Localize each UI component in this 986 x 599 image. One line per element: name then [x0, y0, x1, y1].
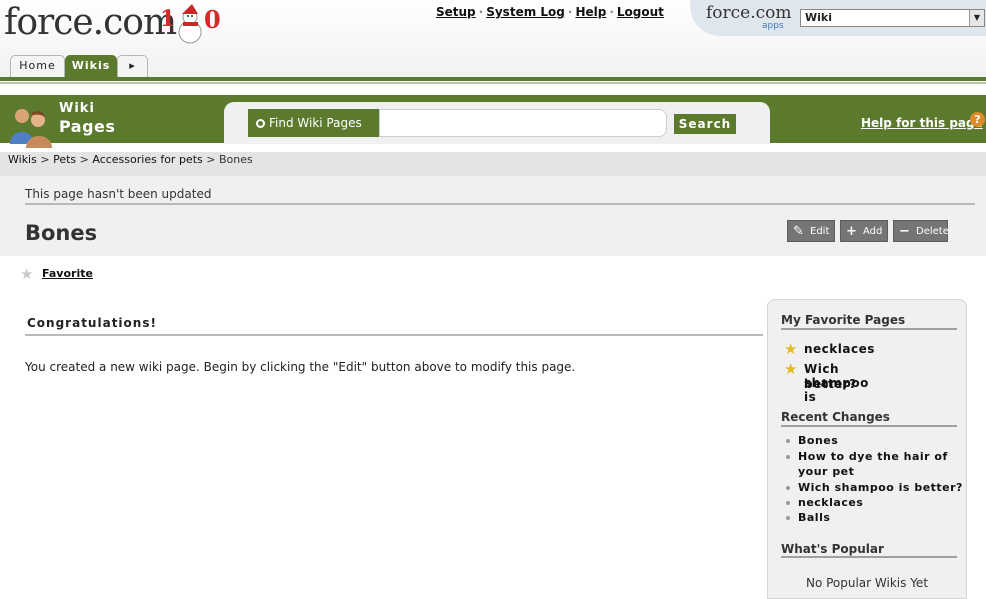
add-button-label: Add: [863, 226, 883, 237]
breadcrumb-accessories[interactable]: Accessories for pets: [92, 153, 202, 166]
favorite-page-link-cont[interactable]: better?: [804, 377, 857, 391]
logout-link[interactable]: Logout: [617, 5, 664, 19]
edit-button[interactable]: ✎ Edit: [787, 220, 835, 242]
search-panel: Find Wiki Pages Search: [224, 102, 770, 144]
help-link[interactable]: Help: [575, 5, 606, 19]
breadcrumb-pets[interactable]: Pets: [53, 153, 76, 166]
bullet-icon: [786, 439, 790, 443]
divider: [25, 203, 975, 205]
tab-wikis[interactable]: Wikis: [65, 55, 117, 77]
section-heading: Congratulations!: [27, 316, 157, 330]
recent-link[interactable]: How to dye the hair of: [798, 450, 948, 463]
tab-underline: [0, 77, 986, 81]
last-updated-text: This page hasn't been updated: [25, 187, 212, 201]
recent-link-cont[interactable]: your pet: [798, 465, 854, 478]
setup-link[interactable]: Setup: [436, 5, 476, 19]
popular-heading: What's Popular: [781, 542, 884, 556]
plus-icon: +: [846, 224, 857, 239]
app-switcher-panel: force.com apps Wiki ▼: [690, 0, 986, 36]
breadcrumb-wikis[interactable]: Wikis: [8, 153, 37, 166]
system-log-link[interactable]: System Log: [486, 5, 565, 19]
page-title: Bones: [25, 221, 98, 245]
popular-divider: [781, 556, 957, 558]
favorites-heading: My Favorite Pages: [781, 313, 906, 327]
recent-link[interactable]: Balls: [798, 511, 830, 524]
force-apps-logo: force.com: [706, 3, 792, 23]
breadcrumb-separator: >: [40, 153, 50, 166]
bullet-icon: [786, 501, 790, 505]
favorite-star-icon[interactable]: ★: [20, 265, 33, 283]
delete-button[interactable]: − Delete: [893, 220, 949, 242]
breadcrumb-separator: >: [79, 153, 89, 166]
breadcrumb: Wikis > Pets > Accessories for pets > Bo…: [8, 153, 253, 166]
tab-more[interactable]: ▸: [117, 55, 148, 77]
chevron-down-icon[interactable]: ▼: [969, 10, 984, 26]
app-selector-value: Wiki: [805, 11, 832, 24]
breadcrumb-separator: >: [206, 153, 216, 166]
recent-link[interactable]: necklaces: [798, 496, 863, 509]
pencil-icon: ✎: [793, 224, 804, 239]
page-type-title: Pages: [59, 117, 116, 136]
bullet-icon: [786, 486, 790, 490]
page-body-text: You created a new wiki page. Begin by cl…: [25, 360, 576, 374]
svg-text:1: 1: [160, 6, 175, 32]
favorites-divider: [781, 328, 957, 330]
help-icon[interactable]: ?: [970, 112, 985, 127]
minus-icon: −: [899, 224, 910, 239]
search-icon: [256, 119, 265, 128]
add-button[interactable]: + Add: [840, 220, 888, 242]
tab-underline-light: [0, 82, 986, 84]
top-links: Setup · System Log · Help · Logout: [436, 5, 664, 19]
recent-changes-heading: Recent Changes: [781, 410, 890, 424]
bullet-icon: [786, 455, 790, 459]
favorite-page-link[interactable]: necklaces: [804, 342, 875, 356]
app-selector[interactable]: Wiki ▼: [800, 9, 985, 27]
delete-button-label: Delete: [916, 226, 949, 237]
page-type-label: Wiki: [59, 101, 95, 116]
no-popular-text: No Popular Wikis Yet: [805, 576, 929, 590]
bullet-icon: [786, 516, 790, 520]
find-wiki-pages-label: Find Wiki Pages: [248, 109, 379, 137]
star-icon: ★: [784, 360, 798, 378]
find-wiki-pages-text: Find Wiki Pages: [269, 116, 362, 130]
tab-home[interactable]: Home: [10, 55, 65, 77]
section-divider: [25, 334, 763, 336]
help-for-page-link[interactable]: Help for this page: [861, 116, 983, 130]
apps-sublabel: apps: [762, 21, 784, 31]
edit-button-label: Edit: [810, 226, 830, 237]
right-sidebar: My Favorite Pages ★ necklaces ★ Wich sha…: [767, 299, 967, 599]
force-logo[interactable]: force.com: [4, 2, 177, 43]
search-input[interactable]: [379, 109, 667, 137]
star-icon: ★: [784, 340, 798, 358]
recent-divider: [781, 425, 957, 427]
people-icon: [10, 109, 52, 148]
recent-link[interactable]: Bones: [798, 434, 838, 447]
favorite-link[interactable]: Favorite: [42, 267, 93, 280]
recent-link[interactable]: Wich shampoo is better?: [798, 481, 963, 494]
search-button[interactable]: Search: [674, 114, 736, 134]
breadcrumb-current: Bones: [218, 153, 253, 166]
svg-text:0: 0: [204, 5, 221, 34]
anniversary-snowman-logo: 1 0: [160, 4, 221, 44]
